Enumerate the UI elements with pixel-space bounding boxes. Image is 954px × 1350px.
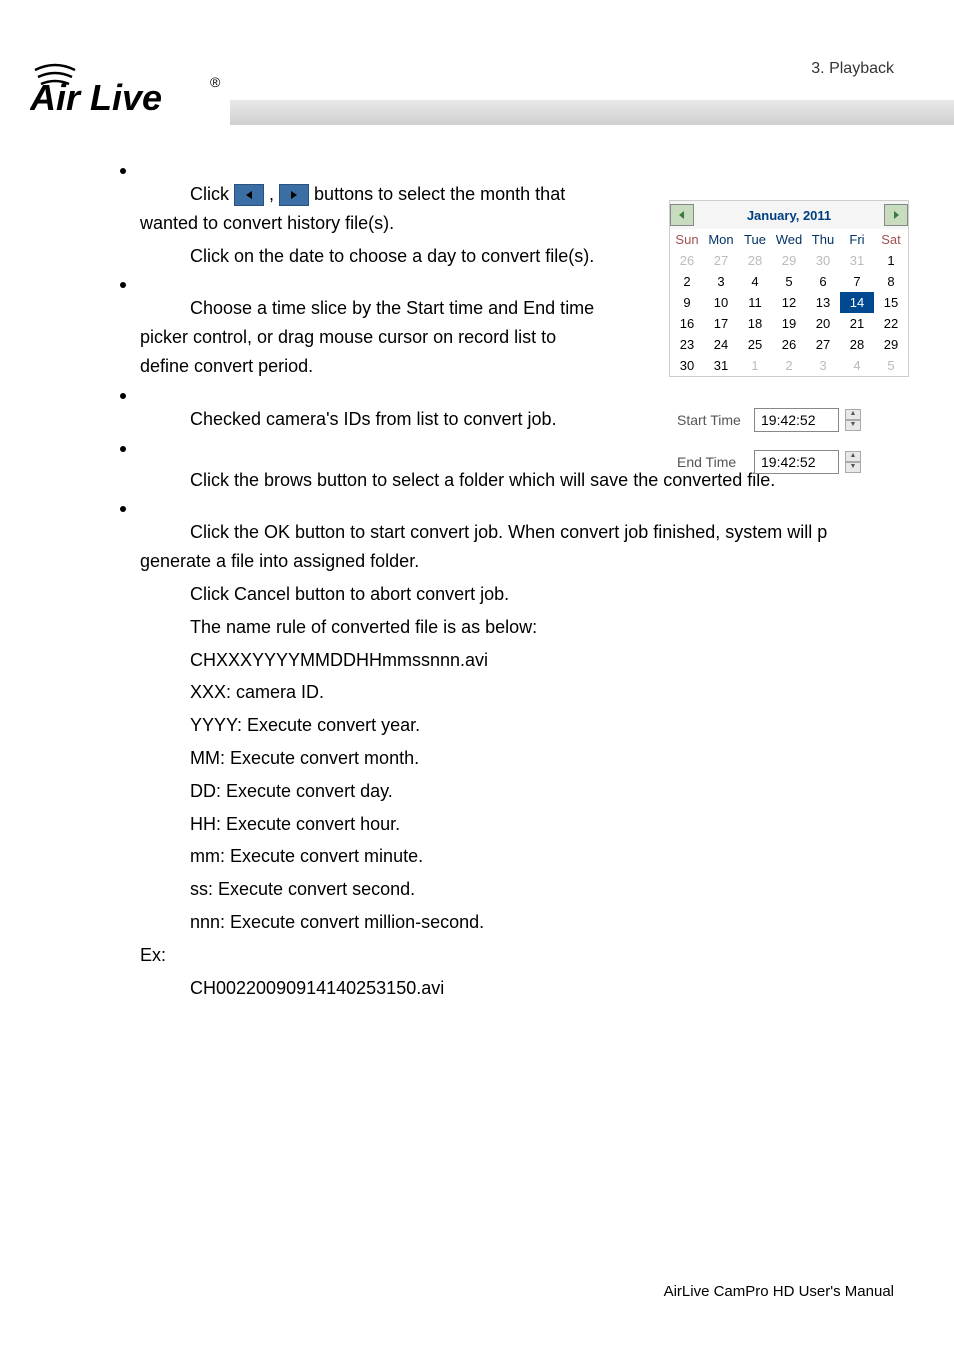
text: Click: [190, 184, 234, 204]
end-time-input[interactable]: [754, 450, 839, 474]
text: HH: Execute convert hour.: [190, 810, 894, 839]
text: ss: Execute convert second.: [190, 875, 894, 904]
header-divider-bar: [230, 100, 954, 125]
calendar-day-cell[interactable]: 4: [840, 355, 874, 376]
calendar-day-cell[interactable]: 3: [704, 271, 738, 292]
calendar-day-cell[interactable]: 10: [704, 292, 738, 313]
calendar-day-header: Tue: [738, 229, 772, 250]
calendar-day-cell[interactable]: 28: [840, 334, 874, 355]
calendar-day-header: Thu: [806, 229, 840, 250]
calendar-day-cell[interactable]: 5: [772, 271, 806, 292]
calendar-day-cell[interactable]: 1: [738, 355, 772, 376]
calendar-day-cell[interactable]: 29: [772, 250, 806, 271]
calendar-day-header: Fri: [840, 229, 874, 250]
start-time-down-button[interactable]: ▼: [845, 420, 861, 431]
brand-logo: Air Live ®: [30, 55, 230, 120]
calendar-day-cell[interactable]: 29: [874, 334, 908, 355]
text: Choose a time slice by the Start time an…: [140, 298, 594, 376]
calendar-day-cell[interactable]: 16: [670, 313, 704, 334]
example-label: Ex:: [140, 941, 894, 970]
calendar-day-cell[interactable]: 27: [806, 334, 840, 355]
calendar-day-cell[interactable]: 25: [738, 334, 772, 355]
svg-text:®: ®: [210, 74, 221, 90]
time-range-widget: Start Time ▲ ▼ End Time ▲ ▼: [669, 408, 909, 492]
calendar-day-cell[interactable]: 20: [806, 313, 840, 334]
end-time-up-button[interactable]: ▲: [845, 451, 861, 462]
text: CHXXXYYYYMMDDHHmmssnnn.avi: [190, 646, 894, 675]
text: Click on the date to choose a day to con…: [190, 242, 610, 271]
section-label: 3. Playback: [811, 60, 894, 78]
next-month-icon-button[interactable]: [279, 184, 309, 206]
text: ,: [269, 184, 279, 204]
text: Click the OK button to start convert job…: [140, 522, 827, 571]
calendar-day-cell[interactable]: 12: [772, 292, 806, 313]
calendar-day-cell[interactable]: 30: [670, 355, 704, 376]
calendar-title: January, 2011: [694, 208, 884, 223]
calendar-day-header: Mon: [704, 229, 738, 250]
calendar-day-cell[interactable]: 4: [738, 271, 772, 292]
text: nnn: Execute convert million-second.: [190, 908, 894, 937]
svg-text:Air Live: Air Live: [30, 77, 162, 115]
calendar-day-cell[interactable]: 15: [874, 292, 908, 313]
calendar-day-cell[interactable]: 1: [874, 250, 908, 271]
calendar-day-cell[interactable]: 3: [806, 355, 840, 376]
calendar-prev-button[interactable]: [670, 204, 694, 226]
calendar-day-header: Sun: [670, 229, 704, 250]
start-time-input[interactable]: [754, 408, 839, 432]
calendar-widget: January, 2011 SunMonTueWedThuFriSat 2627…: [669, 200, 909, 377]
calendar-day-cell[interactable]: 31: [704, 355, 738, 376]
calendar-day-cell[interactable]: 24: [704, 334, 738, 355]
example-value: CH00220090914140253150.avi: [190, 974, 894, 1003]
calendar-day-cell[interactable]: 26: [772, 334, 806, 355]
text: The name rule of converted file is as be…: [190, 613, 894, 642]
calendar-next-button[interactable]: [884, 204, 908, 226]
calendar-day-cell[interactable]: 23: [670, 334, 704, 355]
calendar-day-cell[interactable]: 22: [874, 313, 908, 334]
text: XXX: camera ID.: [190, 678, 894, 707]
calendar-day-header: Sat: [874, 229, 908, 250]
calendar-day-cell[interactable]: 31: [840, 250, 874, 271]
calendar-day-cell[interactable]: 27: [704, 250, 738, 271]
calendar-grid: SunMonTueWedThuFriSat 262728293031123456…: [670, 229, 908, 376]
calendar-day-cell[interactable]: 17: [704, 313, 738, 334]
calendar-day-cell[interactable]: 8: [874, 271, 908, 292]
calendar-day-header: Wed: [772, 229, 806, 250]
prev-month-icon-button[interactable]: [234, 184, 264, 206]
calendar-day-cell[interactable]: 5: [874, 355, 908, 376]
page-header: Air Live ® 3. Playback: [0, 0, 954, 130]
calendar-day-cell[interactable]: 28: [738, 250, 772, 271]
calendar-day-cell[interactable]: 14: [840, 292, 874, 313]
calendar-day-cell[interactable]: 18: [738, 313, 772, 334]
end-time-label: End Time: [669, 454, 754, 470]
calendar-day-cell[interactable]: 2: [772, 355, 806, 376]
start-time-label: Start Time: [669, 412, 754, 428]
text: YYYY: Execute convert year.: [190, 711, 894, 740]
calendar-day-cell[interactable]: 19: [772, 313, 806, 334]
text: mm: Execute convert minute.: [190, 842, 894, 871]
footer-text: AirLive CamPro HD User's Manual: [664, 1283, 894, 1300]
calendar-day-cell[interactable]: 21: [840, 313, 874, 334]
calendar-day-cell[interactable]: 7: [840, 271, 874, 292]
text: MM: Execute convert month.: [190, 744, 894, 773]
start-time-up-button[interactable]: ▲: [845, 409, 861, 420]
calendar-day-cell[interactable]: 11: [738, 292, 772, 313]
calendar-day-cell[interactable]: 6: [806, 271, 840, 292]
text: Click Cancel button to abort convert job…: [190, 580, 894, 609]
calendar-day-cell[interactable]: 26: [670, 250, 704, 271]
calendar-day-cell[interactable]: 13: [806, 292, 840, 313]
calendar-day-cell[interactable]: 9: [670, 292, 704, 313]
calendar-day-cell[interactable]: 2: [670, 271, 704, 292]
calendar-day-cell[interactable]: 30: [806, 250, 840, 271]
end-time-down-button[interactable]: ▼: [845, 462, 861, 473]
text: DD: Execute convert day.: [190, 777, 894, 806]
